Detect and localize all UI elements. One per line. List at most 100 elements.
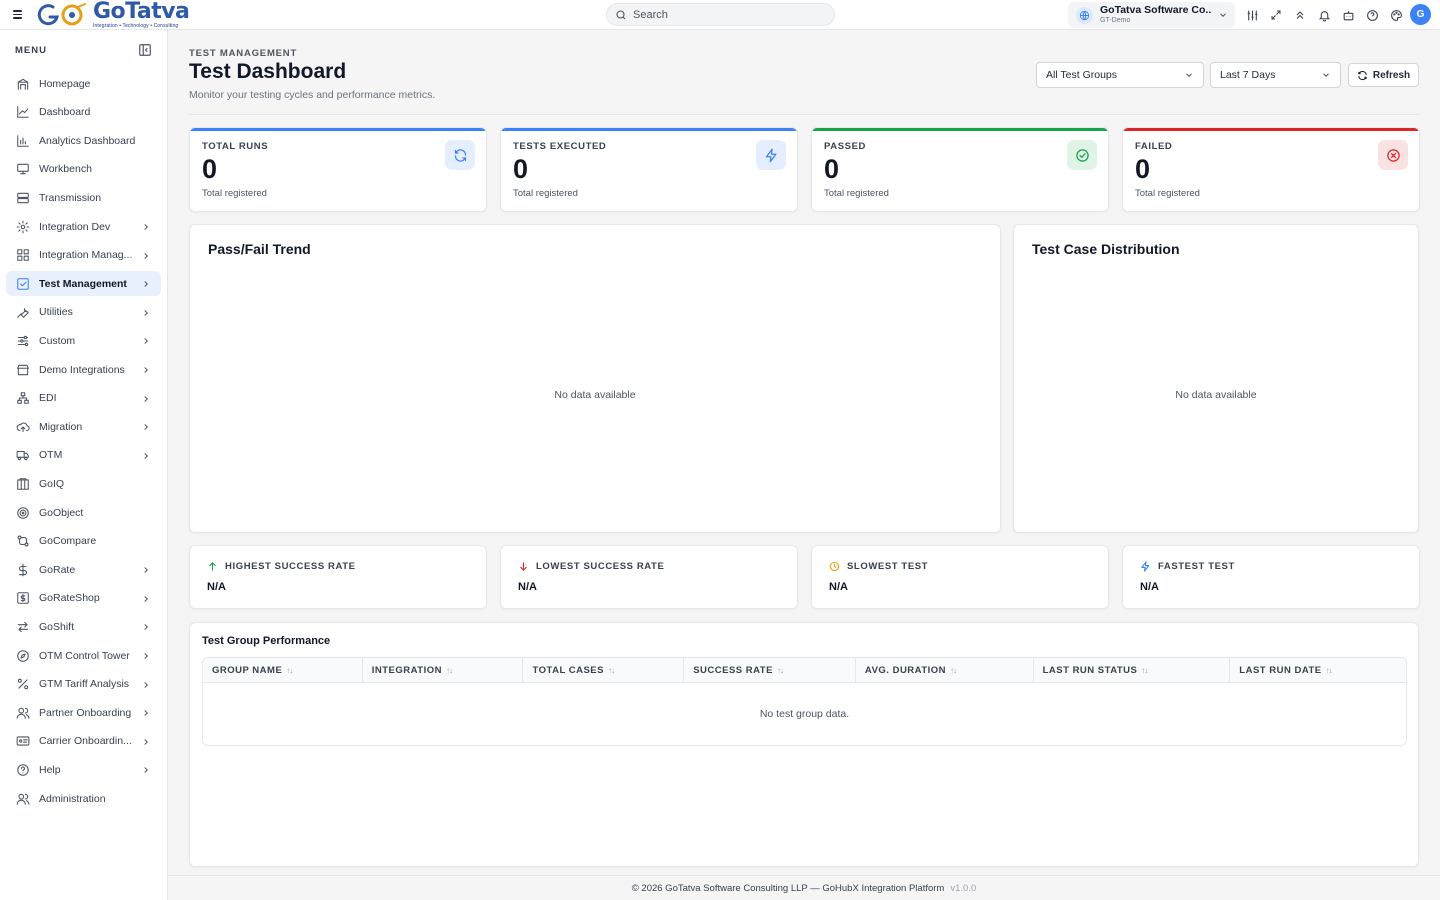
sidebar-item-administration[interactable]: Administration [6, 786, 161, 811]
column-header-label: LAST RUN STATUS [1042, 665, 1138, 676]
sidebar-item-integration-manag[interactable]: Integration Manag... [6, 243, 161, 268]
stat-sub: Total registered [824, 188, 889, 199]
metric-value: N/A [207, 581, 226, 593]
sidebar-item-otm[interactable]: OTM [6, 443, 161, 468]
logo[interactable]: GoTatva Integration • Technology • Consu… [37, 0, 190, 30]
header-divider [189, 114, 1419, 115]
search-bar[interactable] [606, 3, 835, 26]
metric-label: SLOWEST TEST [847, 561, 929, 572]
percent-icon [16, 677, 30, 691]
chevron-down-icon [1220, 13, 1226, 17]
chevron-right-icon [141, 307, 151, 321]
users-icon [16, 706, 30, 720]
column-header-integration[interactable]: INTEGRATION ↑↓ [363, 658, 524, 683]
sidebar-item-gorateshop[interactable]: GoRateShop [6, 586, 161, 611]
search-input[interactable] [633, 8, 823, 21]
sidebar-item-migration[interactable]: Migration [6, 414, 161, 439]
sidebar-item-transmission[interactable]: Transmission [6, 185, 161, 210]
fullscreen-icon[interactable] [1268, 7, 1284, 23]
test-case-distribution-panel: Test Case Distribution No data available [1013, 224, 1419, 533]
menu-toggle-icon[interactable] [13, 10, 27, 19]
bell-icon[interactable] [1316, 7, 1332, 23]
sidebar-item-test-management[interactable]: Test Management [6, 271, 161, 297]
column-header-label: GROUP NAME [212, 665, 283, 676]
brand-name: GoTatva [93, 0, 190, 24]
chevron-right-icon [141, 593, 151, 607]
chevron-right-icon [141, 707, 151, 721]
collapse-sidebar-icon[interactable] [138, 43, 152, 57]
sidebar-item-label: Partner Onboarding [39, 706, 132, 719]
menu-label: MENU [15, 44, 47, 56]
org-switcher[interactable]: GoTatva Software Co... GT-Demo [1068, 2, 1235, 28]
top-bar: GoTatva Integration • Technology • Consu… [0, 0, 1440, 30]
chevron-right-icon [141, 621, 151, 635]
sidebar-item-label: GoRateShop [39, 592, 100, 605]
refresh-button[interactable]: Refresh [1348, 63, 1419, 87]
sidebar-item-dashboard[interactable]: Dashboard [6, 100, 161, 125]
org-name: GoTatva Software Co... [1100, 5, 1212, 17]
sidebar-item-demo-integrations[interactable]: Demo Integrations [6, 357, 161, 382]
page-title: Test Dashboard [189, 60, 347, 83]
sort-icon: ↑↓ [286, 666, 293, 675]
sidebar-item-label: GoRate [39, 563, 76, 576]
sidebar-item-utilities[interactable]: Utilities [6, 300, 161, 325]
sidebar-item-gocompare[interactable]: GoCompare [6, 529, 161, 554]
sidebar-item-homepage[interactable]: Homepage [6, 71, 161, 96]
network-icon [16, 391, 30, 405]
stat-value: 0 [202, 154, 218, 184]
sidebar-item-label: Custom [39, 334, 76, 347]
sidebar-item-gorate[interactable]: GoRate [6, 557, 161, 582]
sidebar-item-edi[interactable]: EDI [6, 386, 161, 411]
column-header-label: INTEGRATION [371, 665, 442, 676]
column-header-last-run-date[interactable]: LAST RUN DATE ↑↓ [1230, 658, 1406, 683]
sidebar-item-label: GoObject [39, 506, 84, 519]
chevrons-up-icon[interactable] [1292, 7, 1308, 23]
metric-card-slowest-test: SLOWEST TEST N/A [811, 545, 1109, 609]
sidebar-item-analytics-dashboard[interactable]: Analytics Dashboard [6, 128, 161, 153]
check-circle-icon [1067, 140, 1097, 170]
checkbox-icon [16, 277, 30, 291]
footer: © 2026 GoTatva Software Consulting LLP —… [168, 875, 1440, 900]
sidebar-item-otm-control-tower[interactable]: OTM Control Tower [6, 643, 161, 668]
avatar[interactable]: G [1410, 4, 1431, 25]
sidebar-item-workbench[interactable]: Workbench [6, 157, 161, 182]
date-range-select[interactable]: Last 7 Days [1210, 62, 1341, 88]
sidebar-item-integration-dev[interactable]: Integration Dev [6, 214, 161, 239]
sidebar-item-carrier-onboardin[interactable]: Carrier Onboardin... [6, 729, 161, 754]
column-header-label: AVG. DURATION [864, 665, 947, 676]
gear-icon [16, 220, 30, 234]
sidebar-item-goiq[interactable]: GoIQ [6, 471, 161, 496]
help-icon[interactable] [1364, 7, 1380, 23]
settings-sliders-icon[interactable] [1244, 7, 1260, 23]
sidebar-item-label: Workbench [39, 163, 92, 176]
sidebar-item-partner-onboarding[interactable]: Partner Onboarding [6, 700, 161, 725]
sidebar-item-help[interactable]: Help [6, 757, 161, 782]
sidebar-item-custom[interactable]: Custom [6, 328, 161, 353]
page-subtitle: Monitor your testing cycles and performa… [189, 89, 436, 101]
metric-card-highest-success-rate: HIGHEST SUCCESS RATE N/A [189, 545, 487, 609]
column-header-group-name[interactable]: GROUP NAME ↑↓ [203, 658, 363, 683]
column-header-success-rate[interactable]: SUCCESS RATE ↑↓ [684, 658, 856, 683]
test-group-select[interactable]: All Test Groups [1036, 62, 1204, 88]
dollar-icon [16, 563, 30, 577]
stat-accent-bar [190, 128, 486, 131]
test-group-performance-title: Test Group Performance [202, 635, 331, 647]
stat-label: PASSED [824, 141, 866, 152]
sidebar-item-label: GTM Tariff Analysis [39, 678, 130, 691]
footer-version: v1.0.0 [950, 882, 977, 894]
grid-icon [16, 248, 30, 262]
sidebar-item-goshift[interactable]: GoShift [6, 614, 161, 639]
sidebar-item-label: Utilities [39, 306, 73, 319]
palette-icon[interactable] [1388, 7, 1404, 23]
column-header-total-cases[interactable]: TOTAL CASES ↑↓ [523, 658, 685, 683]
column-header-last-run-status[interactable]: LAST RUN STATUS ↑↓ [1034, 658, 1231, 683]
bot-icon[interactable] [1340, 7, 1356, 23]
sidebar: MENU Homepage Dashboard Analytics Dashboar… [0, 30, 168, 900]
sort-icon: ↑↓ [776, 666, 784, 675]
sidebar-item-label: Carrier Onboardin... [39, 735, 132, 748]
sidebar-item-gtm-tariff-analysis[interactable]: GTM Tariff Analysis [6, 672, 161, 697]
column-header-avg-duration[interactable]: AVG. DURATION ↑↓ [856, 658, 1034, 683]
sidebar-item-goobject[interactable]: GoObject [6, 500, 161, 525]
test-group-select-value: All Test Groups [1046, 69, 1118, 81]
page-eyebrow: TEST MANAGEMENT [189, 48, 298, 59]
